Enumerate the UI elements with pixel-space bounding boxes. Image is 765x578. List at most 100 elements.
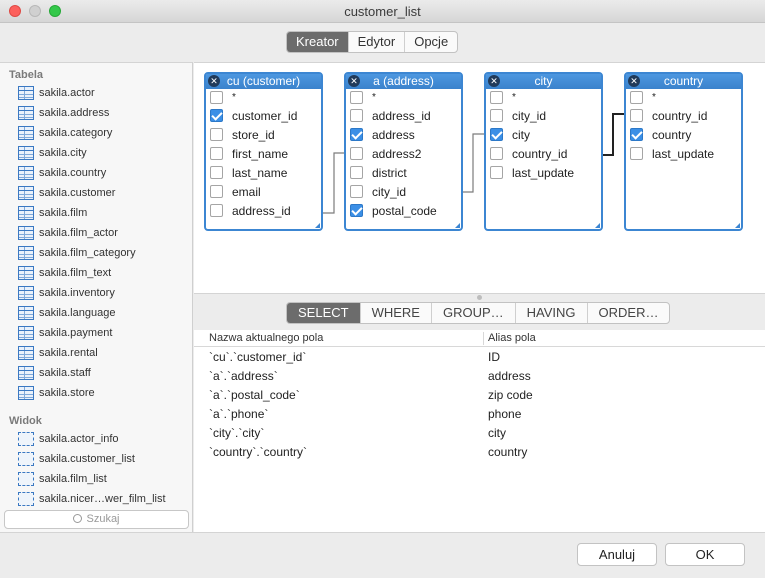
remove-table-icon[interactable]: ✕ xyxy=(208,75,220,87)
field-checkbox[interactable] xyxy=(350,204,363,217)
field-row[interactable]: address_id xyxy=(206,201,321,220)
field-checkbox[interactable] xyxy=(350,128,363,141)
diagram-canvas[interactable]: ✕ cu (customer) * customer_id store_id first_… xyxy=(194,62,765,293)
tab-having[interactable]: HAVING xyxy=(514,303,587,323)
ok-button[interactable]: OK xyxy=(665,543,745,566)
field-row[interactable]: address_id xyxy=(346,106,461,125)
field-alias[interactable]: city xyxy=(488,426,506,440)
remove-table-icon[interactable]: ✕ xyxy=(628,75,640,87)
field-row[interactable]: country_id xyxy=(626,106,741,125)
field-row[interactable]: email xyxy=(206,182,321,201)
sidebar-table-item[interactable]: sakila.address xyxy=(18,103,109,123)
field-row[interactable]: last_name xyxy=(206,163,321,182)
pane-splitter[interactable] xyxy=(194,293,765,300)
grid-row[interactable]: `a`.`address` address xyxy=(194,367,765,386)
resize-grip[interactable] xyxy=(595,223,600,228)
sidebar-table-item[interactable]: sakila.film_text xyxy=(18,263,111,283)
field-alias[interactable]: country xyxy=(488,445,527,459)
sidebar-table-item[interactable]: sakila.film_actor xyxy=(18,223,118,243)
column-header-field[interactable]: Nazwa aktualnego pola xyxy=(209,332,323,344)
table-box-header[interactable]: ✕ cu (customer) xyxy=(206,74,321,89)
grid-row[interactable]: `city`.`city` city xyxy=(194,424,765,443)
sidebar-view-item[interactable]: sakila.film_list xyxy=(18,469,107,489)
field-alias[interactable]: address xyxy=(488,369,531,383)
grid-row[interactable]: `a`.`postal_code` zip code xyxy=(194,386,765,405)
tab-select[interactable]: SELECT xyxy=(287,303,360,323)
field-row[interactable]: city xyxy=(486,125,601,144)
field-checkbox[interactable] xyxy=(210,185,223,198)
field-checkbox[interactable] xyxy=(630,128,643,141)
sidebar-table-item[interactable]: sakila.country xyxy=(18,163,106,183)
grid-row[interactable]: `country`.`country` country xyxy=(194,443,765,462)
field-checkbox[interactable] xyxy=(490,109,503,122)
field-row[interactable]: address xyxy=(346,125,461,144)
sidebar-table-item[interactable]: sakila.store xyxy=(18,383,95,403)
sidebar-table-item[interactable]: sakila.film xyxy=(18,203,87,223)
sidebar-table-item[interactable]: sakila.customer xyxy=(18,183,115,203)
field-expression[interactable]: `country`.`country` xyxy=(209,445,307,459)
field-expression[interactable]: `a`.`postal_code` xyxy=(209,388,300,402)
tab-opcje[interactable]: Opcje xyxy=(404,32,457,52)
sidebar-view-item[interactable]: sakila.nicer…wer_film_list xyxy=(18,489,166,509)
field-row[interactable]: * xyxy=(346,89,461,106)
sidebar-table-item[interactable]: sakila.inventory xyxy=(18,283,115,303)
field-row[interactable]: * xyxy=(206,89,321,106)
field-row[interactable]: country_id xyxy=(486,144,601,163)
sidebar-view-item[interactable]: sakila.customer_list xyxy=(18,449,135,469)
field-row[interactable]: city_id xyxy=(486,106,601,125)
sidebar-table-item[interactable]: sakila.city xyxy=(18,143,87,163)
field-alias[interactable]: ID xyxy=(488,350,500,364)
remove-table-icon[interactable]: ✕ xyxy=(348,75,360,87)
field-checkbox[interactable] xyxy=(210,91,223,104)
column-header-alias[interactable]: Alias pola xyxy=(488,332,536,344)
sidebar-table-item[interactable]: sakila.category xyxy=(18,123,112,143)
tab-kreator[interactable]: Kreator xyxy=(287,32,348,52)
sidebar-table-item[interactable]: sakila.film_category xyxy=(18,243,136,263)
field-expression[interactable]: `a`.`address` xyxy=(209,369,278,383)
field-checkbox[interactable] xyxy=(490,128,503,141)
sidebar-view-item[interactable]: sakila.actor_info xyxy=(18,429,119,449)
grid-row[interactable]: `cu`.`customer_id` ID xyxy=(194,348,765,367)
field-checkbox[interactable] xyxy=(350,185,363,198)
field-row[interactable]: store_id xyxy=(206,125,321,144)
field-row[interactable]: postal_code xyxy=(346,201,461,220)
table-box[interactable]: ✕ a (address) * address_id address address2 di… xyxy=(344,72,463,231)
field-row[interactable]: address2 xyxy=(346,144,461,163)
field-row[interactable]: customer_id xyxy=(206,106,321,125)
sidebar-table-item[interactable]: sakila.rental xyxy=(18,343,98,363)
sidebar-table-item[interactable]: sakila.actor xyxy=(18,83,95,103)
tab-where[interactable]: WHERE xyxy=(359,303,431,323)
field-checkbox[interactable] xyxy=(490,91,503,104)
field-alias[interactable]: phone xyxy=(488,407,521,421)
field-row[interactable]: last_update xyxy=(486,163,601,182)
field-row[interactable]: * xyxy=(626,89,741,106)
field-checkbox[interactable] xyxy=(490,147,503,160)
sidebar-table-item[interactable]: sakila.language xyxy=(18,303,115,323)
field-row[interactable]: * xyxy=(486,89,601,106)
field-checkbox[interactable] xyxy=(630,147,643,160)
field-checkbox[interactable] xyxy=(350,147,363,160)
table-box[interactable]: ✕ cu (customer) * customer_id store_id first_… xyxy=(204,72,323,231)
table-box-header[interactable]: ✕ country xyxy=(626,74,741,89)
resize-grip[interactable] xyxy=(735,223,740,228)
field-expression[interactable]: `a`.`phone` xyxy=(209,407,268,421)
field-checkbox[interactable] xyxy=(210,204,223,217)
field-alias[interactable]: zip code xyxy=(488,388,533,402)
sidebar-table-item[interactable]: sakila.staff xyxy=(18,363,91,383)
field-expression[interactable]: `city`.`city` xyxy=(209,426,264,440)
field-row[interactable]: country xyxy=(626,125,741,144)
table-box[interactable]: ✕ city * city_id city country_id last_update xyxy=(484,72,603,231)
table-box-header[interactable]: ✕ city xyxy=(486,74,601,89)
field-row[interactable]: first_name xyxy=(206,144,321,163)
field-checkbox[interactable] xyxy=(210,128,223,141)
table-box[interactable]: ✕ country * country_id country last_update xyxy=(624,72,743,231)
field-expression[interactable]: `cu`.`customer_id` xyxy=(209,350,306,364)
sidebar-table-item[interactable]: sakila.payment xyxy=(18,323,112,343)
field-checkbox[interactable] xyxy=(630,109,643,122)
field-checkbox[interactable] xyxy=(210,166,223,179)
remove-table-icon[interactable]: ✕ xyxy=(488,75,500,87)
tab-order[interactable]: ORDER… xyxy=(586,303,670,323)
field-row[interactable]: district xyxy=(346,163,461,182)
search-input[interactable]: Szukaj xyxy=(4,510,189,529)
grid-row[interactable]: `a`.`phone` phone xyxy=(194,405,765,424)
